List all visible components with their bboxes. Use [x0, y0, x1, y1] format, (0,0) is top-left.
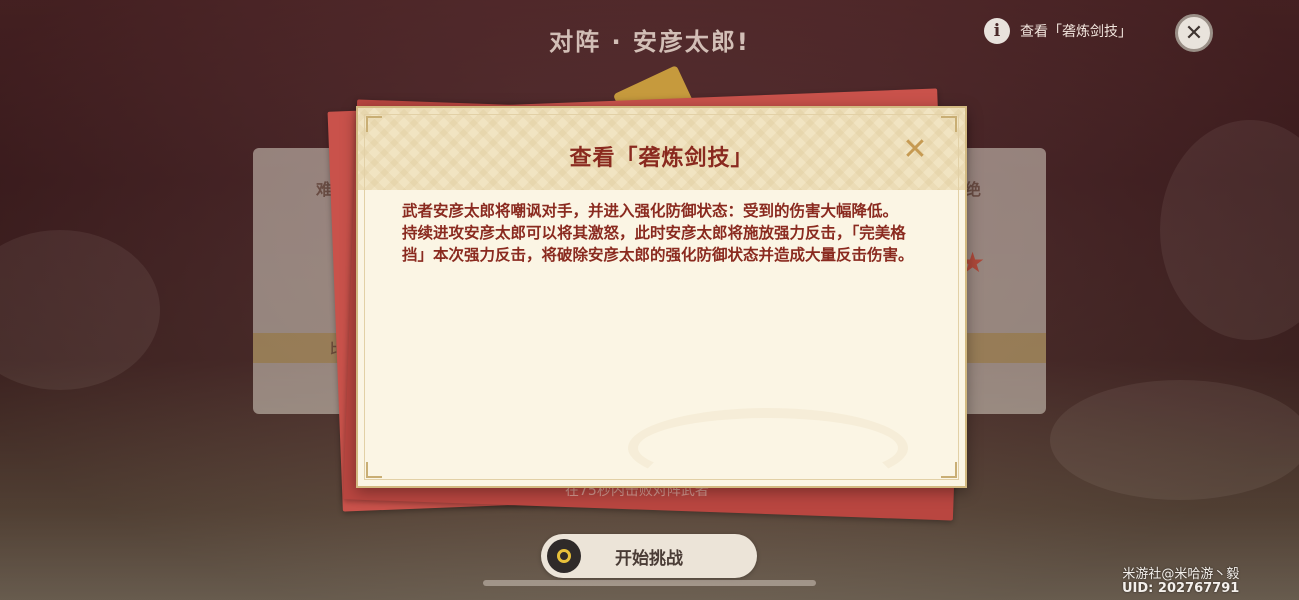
start-challenge-button[interactable]: 开始挑战 [541, 534, 757, 578]
view-skill-label: 查看「砻炼剑技」 [1020, 24, 1132, 40]
right-card-heading: 绝 [965, 180, 982, 199]
background-cloud [1050, 380, 1299, 500]
start-challenge-label: 开始挑战 [615, 548, 683, 569]
swirl-decoration [628, 408, 908, 488]
skill-info-dialog: 查看「砻炼剑技」 ✕ 武者安彦太郎将嘲讽对手，并进入强化防御状态：受到的伤害大幅… [356, 106, 967, 488]
corner-ornament [941, 116, 957, 132]
watermark-author: 米游社@米哈游丶毅 [1122, 567, 1240, 582]
watermark-uid: UID: 202767791 [1122, 581, 1240, 596]
close-icon[interactable]: ✕ [901, 135, 929, 165]
dialog-title: 查看「砻炼剑技」 [569, 146, 754, 171]
corner-ornament [941, 462, 957, 478]
scroll-indicator [483, 580, 816, 586]
dialog-description: 武者安彦太郎将嘲讽对手，并进入强化防御状态：受到的伤害大幅降低。 持续进攻安彦太… [402, 200, 915, 266]
description-paragraph: 武者安彦太郎将嘲讽对手，并进入强化防御状态：受到的伤害大幅降低。 [402, 202, 899, 220]
corner-ornament [366, 462, 382, 478]
description-paragraph: 持续进攻安彦太郎可以将其激怒，此时安彦太郎将施放强力反击，「完美格挡」本次强力反… [402, 224, 914, 264]
watermark: 米游社@米哈游丶毅 UID: 202767791 [1122, 568, 1239, 596]
corner-ornament [366, 116, 382, 132]
close-icon[interactable]: ✕ [1175, 14, 1213, 52]
challenge-icon [547, 539, 581, 573]
info-icon: i [984, 18, 1010, 44]
view-skill-link[interactable]: i 查看「砻炼剑技」 [984, 18, 1132, 44]
